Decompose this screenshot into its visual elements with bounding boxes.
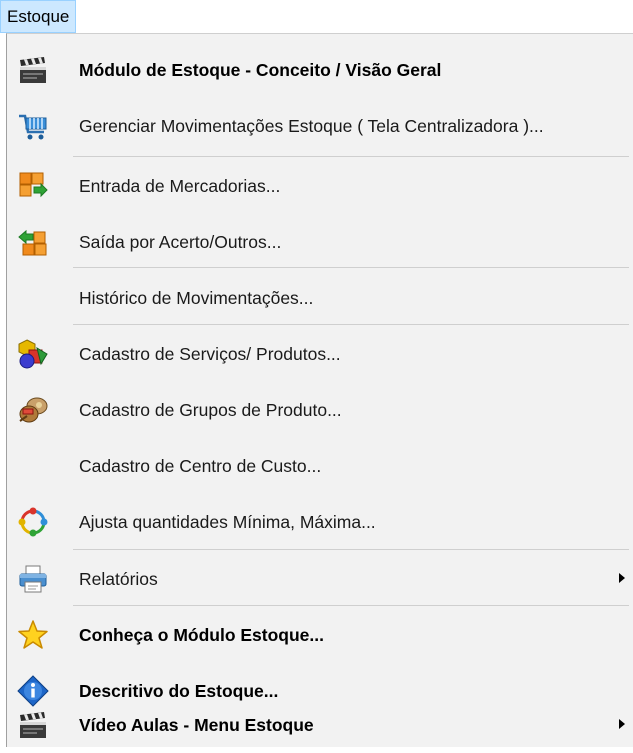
sync-cycle-icon: [18, 507, 48, 537]
stock-exit-icon: [18, 229, 47, 256]
menu-item-label: Cadastro de Centro de Custo...: [79, 456, 322, 476]
menu-item-label: Módulo de Estoque - Conceito / Visão Ger…: [79, 60, 442, 80]
menu-separator: [73, 267, 629, 268]
menu-item-ajusta-quantidades[interactable]: Ajusta quantidades Mínima, Máxima...: [7, 494, 633, 550]
menu-item-relatorios[interactable]: Relatórios: [7, 551, 633, 607]
menu-item-gerenciar-movimentacoes[interactable]: Gerenciar Movimentações Estoque ( Tela C…: [7, 98, 633, 154]
menu-item-cadastro-servicos-produtos[interactable]: Cadastro de Serviços/ Produtos...: [7, 326, 633, 382]
shopping-cart-icon: [19, 114, 47, 140]
menu-item-cadastro-grupos-produto[interactable]: Cadastro de Grupos de Produto...: [7, 382, 633, 438]
menu-separator: [73, 156, 629, 157]
menu-separator: [73, 605, 629, 606]
menu-item-entrada-mercadorias[interactable]: Entrada de Mercadorias...: [7, 158, 633, 214]
menu-item-label: Saída por Acerto/Outros...: [79, 232, 282, 252]
menu-item-modulo-estoque-visao-geral[interactable]: Módulo de Estoque - Conceito / Visão Ger…: [7, 42, 633, 98]
menu-item-video-aulas[interactable]: Vídeo Aulas - Menu Estoque: [7, 697, 633, 753]
menu-item-label: Entrada de Mercadorias...: [79, 176, 281, 196]
submenu-arrow-icon: [619, 719, 625, 729]
menu-item-label: Conheça o Módulo Estoque...: [79, 625, 324, 645]
menu-item-label: Ajusta quantidades Mínima, Máxima...: [79, 512, 376, 532]
clapperboard-icon: [20, 57, 46, 83]
menu-item-saida-acerto[interactable]: Saída por Acerto/Outros...: [7, 214, 633, 270]
menu-item-cadastro-centro-custo[interactable]: Cadastro de Centro de Custo...: [7, 438, 633, 494]
menubar: Estoque: [0, 0, 633, 33]
product-shapes-icon: [18, 339, 48, 369]
estoque-dropdown-menu: Módulo de Estoque - Conceito / Visão Ger…: [6, 33, 633, 747]
star-icon: [18, 620, 48, 649]
printer-icon: [19, 565, 47, 593]
menu-item-historico-movimentacoes[interactable]: Histórico de Movimentações...: [7, 270, 633, 326]
menu-item-label: Gerenciar Movimentações Estoque ( Tela C…: [79, 116, 544, 136]
menu-item-label: Cadastro de Serviços/ Produtos...: [79, 344, 341, 364]
product-group-icon: [19, 397, 48, 423]
clapperboard-icon: [20, 712, 46, 738]
menu-item-label: Cadastro de Grupos de Produto...: [79, 400, 342, 420]
menu-item-label: Vídeo Aulas - Menu Estoque: [79, 715, 314, 735]
menu-item-label: Histórico de Movimentações...: [79, 288, 314, 308]
menu-item-conheca-modulo-estoque[interactable]: Conheça o Módulo Estoque...: [7, 607, 633, 663]
menu-item-label: Relatórios: [79, 569, 158, 589]
menu-separator: [73, 324, 629, 325]
stock-entry-icon: [19, 172, 48, 198]
menu-separator: [73, 549, 629, 550]
submenu-arrow-icon: [619, 573, 625, 583]
menu-estoque[interactable]: Estoque: [0, 0, 77, 33]
